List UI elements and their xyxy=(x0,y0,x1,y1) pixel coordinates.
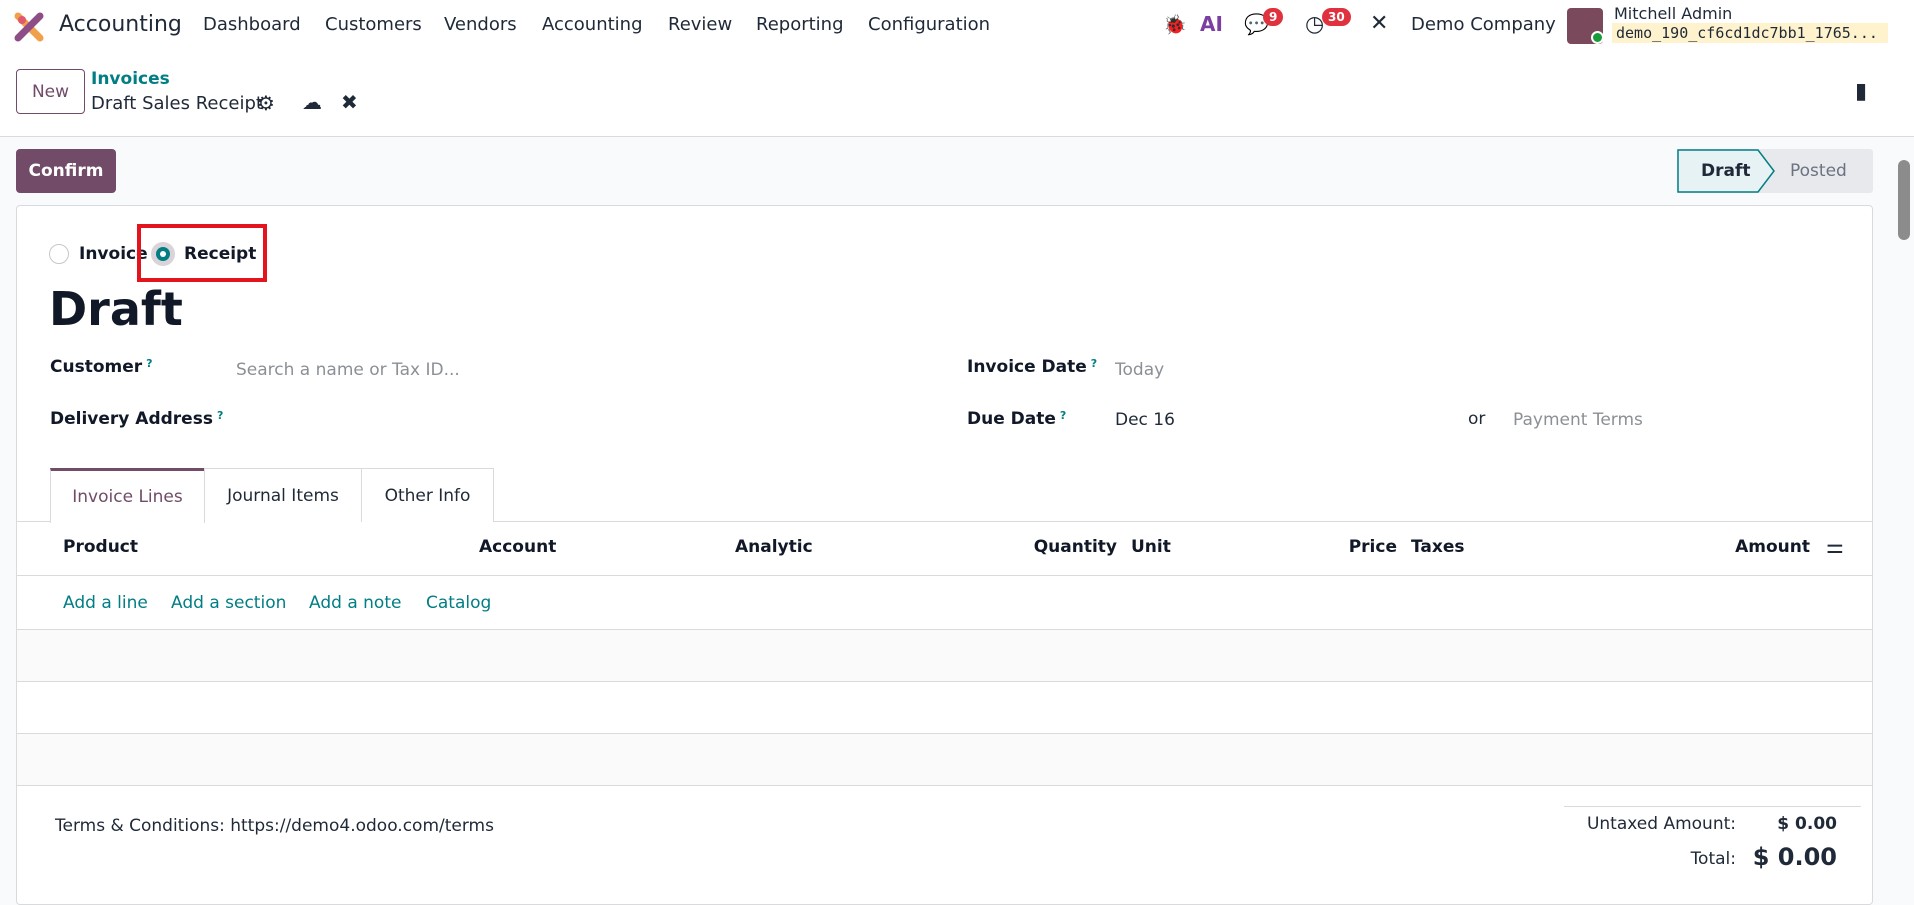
company-switcher[interactable]: Demo Company xyxy=(1411,14,1556,35)
page-title: Draft xyxy=(49,282,183,336)
database-name: demo_190_cf6cd1dc7bb1_1765... xyxy=(1612,23,1888,43)
or-text: or xyxy=(1468,409,1486,429)
menu-accounting[interactable]: Accounting xyxy=(542,14,643,35)
form-sheet xyxy=(16,205,1873,905)
menu-reporting[interactable]: Reporting xyxy=(756,14,844,35)
bookmark-icon[interactable]: ▮ xyxy=(1855,79,1867,104)
new-button[interactable]: New xyxy=(16,69,85,114)
col-unit[interactable]: Unit xyxy=(1131,537,1171,557)
untaxed-value: $ 0.00 xyxy=(1777,814,1837,834)
add-section-link[interactable]: Add a section xyxy=(171,593,286,613)
confirm-button[interactable]: Confirm xyxy=(16,149,116,193)
totals-divider xyxy=(1564,806,1861,807)
breadcrumb-invoices[interactable]: Invoices xyxy=(91,69,170,89)
messages-badge: 9 xyxy=(1263,8,1284,26)
column-settings-icon[interactable]: ⚌ xyxy=(1826,534,1844,558)
terms-conditions: Terms & Conditions: https://demo4.odoo.c… xyxy=(55,816,494,836)
total-value: $ 0.00 xyxy=(1752,843,1837,871)
due-date-label: Due Date? xyxy=(967,409,1067,429)
empty-row xyxy=(17,734,1872,785)
user-name[interactable]: Mitchell Admin xyxy=(1614,4,1732,23)
payment-terms-input[interactable]: Payment Terms xyxy=(1513,410,1643,430)
col-analytic[interactable]: Analytic xyxy=(735,537,813,557)
status-draft[interactable]: Draft xyxy=(1701,161,1751,181)
tab-invoice-lines[interactable]: Invoice Lines xyxy=(50,468,205,523)
cloud-upload-icon[interactable]: ☁ xyxy=(302,90,322,114)
menu-dashboard[interactable]: Dashboard xyxy=(203,14,301,35)
untaxed-label: Untaxed Amount: xyxy=(1586,814,1736,834)
menu-review[interactable]: Review xyxy=(668,14,732,35)
close-icon[interactable]: ✖ xyxy=(341,90,358,114)
tools-icon[interactable]: ✕ xyxy=(1370,11,1388,36)
activities-badge: 30 xyxy=(1322,8,1351,26)
invoice-date-input[interactable]: Today xyxy=(1115,360,1164,380)
col-quantity[interactable]: Quantity xyxy=(1034,537,1117,557)
customer-label: Customer? xyxy=(50,357,153,377)
delivery-address-label: Delivery Address? xyxy=(50,409,224,429)
total-label: Total: xyxy=(1690,849,1736,869)
col-amount[interactable]: Amount xyxy=(1735,537,1810,557)
catalog-link[interactable]: Catalog xyxy=(426,593,491,613)
col-product[interactable]: Product xyxy=(63,537,138,557)
top-navbar: Accounting Dashboard Customers Vendors A… xyxy=(0,0,1914,54)
tab-journal-items[interactable]: Journal Items xyxy=(204,468,362,522)
col-taxes[interactable]: Taxes xyxy=(1411,537,1465,557)
status-bar: Draft Posted xyxy=(1677,149,1873,193)
add-note-link[interactable]: Add a note xyxy=(309,593,401,613)
app-title[interactable]: Accounting xyxy=(59,12,182,37)
delivery-address-input[interactable] xyxy=(236,405,936,435)
col-price[interactable]: Price xyxy=(1349,537,1397,557)
radio-invoice[interactable] xyxy=(49,244,69,264)
due-date-input[interactable]: Dec 16 xyxy=(1115,410,1175,430)
gear-icon[interactable]: ⚙ xyxy=(257,91,275,115)
menu-configuration[interactable]: Configuration xyxy=(868,14,990,35)
col-account[interactable]: Account xyxy=(479,537,556,557)
ai-icon[interactable]: AI xyxy=(1200,12,1223,36)
tab-other-info[interactable]: Other Info xyxy=(361,468,494,522)
menu-vendors[interactable]: Vendors xyxy=(444,14,517,35)
status-posted[interactable]: Posted xyxy=(1790,161,1847,181)
scrollbar-thumb[interactable] xyxy=(1898,160,1910,240)
scrollbar[interactable] xyxy=(1894,140,1914,884)
bug-icon[interactable]: 🐞 xyxy=(1163,13,1187,36)
highlight-box xyxy=(137,224,267,282)
customer-input[interactable]: Search a name or Tax ID... xyxy=(236,360,460,380)
control-panel: New Invoices Draft Sales Receipt ⚙ ☁ ✖ ▮ xyxy=(0,54,1914,137)
breadcrumb-current: Draft Sales Receipt xyxy=(91,93,263,114)
online-status-icon xyxy=(1591,31,1604,44)
app-logo-icon[interactable] xyxy=(14,12,44,42)
empty-row xyxy=(17,630,1872,681)
invoice-date-label: Invoice Date? xyxy=(967,357,1098,377)
menu-customers[interactable]: Customers xyxy=(325,14,422,35)
add-line-link[interactable]: Add a line xyxy=(63,593,148,613)
